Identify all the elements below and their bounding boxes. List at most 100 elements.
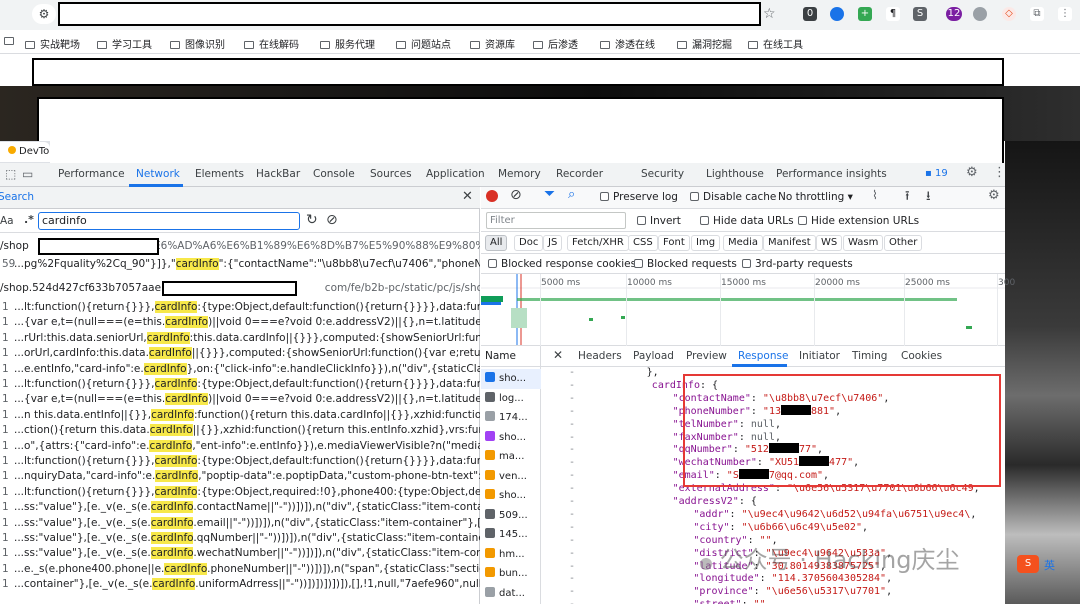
- search-result-line[interactable]: 1 ...ction(){return this.data.cardInfo||{…: [0, 423, 480, 438]
- search-result-line[interactable]: 1 ...o",{attrs:{"card-info":e.cardInfo,"e…: [0, 439, 480, 454]
- throttling-select[interactable]: No throttling ▾: [778, 191, 853, 203]
- tab-elements[interactable]: Elements: [195, 168, 244, 180]
- bookmark-item[interactable]: 图像识别: [170, 36, 225, 51]
- issues-counter[interactable]: ▪ 19: [925, 168, 948, 179]
- search-result-line[interactable]: 1 ...n this.data.entInfo||{}},cardInfo:fu…: [0, 408, 480, 423]
- hide-extension-urls-checkbox[interactable]: Hide extension URLs: [798, 215, 919, 227]
- bookmark-item[interactable]: 实战靶场: [25, 36, 80, 51]
- request-row[interactable]: hm...: [485, 545, 541, 565]
- search-result-line[interactable]: 1 ...ss:"value"},[e._v(e._s(e.cardInfo.we…: [0, 546, 480, 561]
- filter-type-wasm[interactable]: Wasm: [843, 235, 884, 251]
- more-options-icon[interactable]: ⋮: [993, 165, 1006, 180]
- import-har-icon[interactable]: ⭱: [905, 187, 910, 209]
- search-result-line[interactable]: 1 ...lt:function(){return{}}},cardInfo:{t…: [0, 300, 480, 315]
- ime-language[interactable]: 英: [1044, 557, 1055, 573]
- network-settings-icon[interactable]: ⚙: [988, 188, 1000, 203]
- extension-badge-icon[interactable]: 12: [946, 7, 962, 21]
- clear-log-icon[interactable]: ⊘: [510, 187, 522, 203]
- filter-icon[interactable]: ⏷: [544, 186, 555, 202]
- request-row[interactable]: sho...: [485, 486, 541, 506]
- extension-pilcrow-icon[interactable]: ¶: [886, 7, 900, 21]
- detail-tab-payload[interactable]: Payload: [633, 350, 674, 362]
- request-row[interactable]: log...: [485, 389, 541, 409]
- clear-icon[interactable]: ⊘: [326, 212, 338, 228]
- tab-security[interactable]: Security: [641, 168, 684, 180]
- extension-icon[interactable]: 0: [803, 7, 817, 21]
- filter-type-doc[interactable]: Doc: [514, 235, 544, 251]
- third-party-checkbox[interactable]: 3rd-party requests: [742, 258, 853, 270]
- filter-type-js[interactable]: JS: [543, 235, 563, 251]
- search-result-line[interactable]: 1 ...lt:function(){return{}}},cardInfo:{t…: [0, 454, 480, 469]
- extension-gear-icon[interactable]: [973, 7, 987, 21]
- detail-tab-preview[interactable]: Preview: [686, 350, 727, 362]
- filter-type-ws[interactable]: WS: [816, 235, 843, 251]
- tab-performance-insights[interactable]: Performance insights: [776, 168, 887, 180]
- search-result-line[interactable]: 1 ...ss:"value"},[e._v(e._s(e.cardInfo.qq…: [0, 531, 480, 546]
- wifi-icon[interactable]: ⌇: [872, 188, 878, 202]
- filter-type-manifest[interactable]: Manifest: [763, 235, 816, 251]
- search-result-line[interactable]: 1 ...nquiryData,"card-info":e.cardInfo,"p…: [0, 469, 480, 484]
- tab-application[interactable]: Application: [426, 168, 485, 180]
- close-search-icon[interactable]: ✕: [462, 189, 473, 204]
- bookmark-item[interactable]: 服务代理: [320, 36, 375, 51]
- filter-type-fetchxhr[interactable]: Fetch/XHR: [567, 235, 629, 251]
- request-row[interactable]: sho...: [481, 369, 541, 389]
- search-icon[interactable]: ⌕: [568, 187, 575, 202]
- hide-data-urls-checkbox[interactable]: Hide data URLs: [700, 215, 794, 227]
- blocked-cookies-checkbox[interactable]: Blocked response cookies: [488, 258, 636, 270]
- search-result-line[interactable]: 1 ...orUrl,cardInfo:this.data.cardInfo||{…: [0, 346, 480, 361]
- search-result-line[interactable]: 1 ...ss:"value"},[e._v(e._s(e.cardInfo.em…: [0, 516, 480, 531]
- bookmark-item[interactable]: 在线工具: [748, 36, 803, 51]
- profile-icon[interactable]: ⋮: [1058, 7, 1072, 21]
- extensions-puzzle-icon[interactable]: ⧉: [1030, 7, 1044, 21]
- regex-toggle[interactable]: .*: [24, 213, 34, 226]
- bookmark-item[interactable]: 漏洞挖掘: [677, 36, 732, 51]
- bookmark-item[interactable]: 问题站点: [396, 36, 451, 51]
- filter-type-img[interactable]: Img: [691, 235, 721, 251]
- search-result-line[interactable]: 1 ...lt:function(){return{}}},cardInfo:{t…: [0, 377, 480, 392]
- filter-type-other[interactable]: Other: [884, 235, 923, 251]
- bookmark-item[interactable]: 渗透在线: [600, 36, 655, 51]
- tab-memory[interactable]: Memory: [498, 168, 541, 180]
- filter-type-css[interactable]: CSS: [628, 235, 658, 251]
- filter-type-font[interactable]: Font: [658, 235, 690, 251]
- detail-tab-initiator[interactable]: Initiator: [799, 350, 840, 362]
- bookmark-item[interactable]: 后渗透: [533, 36, 578, 51]
- record-icon[interactable]: [486, 190, 498, 202]
- tab-performance[interactable]: Performance: [58, 168, 125, 180]
- close-detail-icon[interactable]: ✕: [553, 348, 563, 362]
- search-result-line[interactable]: 1 ...ss:"value"},[e._v(e._s(e.cardInfo.co…: [0, 500, 480, 515]
- blocked-requests-checkbox[interactable]: Blocked requests: [634, 258, 737, 270]
- preserve-log-checkbox[interactable]: Preserve log: [600, 191, 678, 203]
- search-result-line[interactable]: 1 ...{var e,t=(null===(e=this.cardInfo)||…: [0, 315, 480, 330]
- request-row[interactable]: sho...: [485, 428, 541, 448]
- search-tab-label[interactable]: Search: [0, 191, 34, 203]
- tab-console[interactable]: Console: [313, 168, 355, 180]
- detail-tab-response[interactable]: Response: [738, 350, 788, 362]
- extension-plus-icon[interactable]: +: [858, 7, 872, 21]
- match-case-toggle[interactable]: Aa: [0, 215, 14, 227]
- request-row[interactable]: dat...: [485, 584, 541, 604]
- search-result-line[interactable]: 1 ...e.entInfo,"card-info":e.cardInfo},on…: [0, 362, 480, 377]
- detail-tab-headers[interactable]: Headers: [578, 350, 622, 362]
- request-row[interactable]: ven...: [485, 467, 541, 487]
- filter-input[interactable]: Filter: [486, 212, 626, 229]
- tab-network[interactable]: Network: [136, 168, 180, 180]
- name-column-header[interactable]: Name: [481, 346, 541, 367]
- address-bar[interactable]: [58, 2, 761, 26]
- extension-s-icon[interactable]: S: [913, 7, 927, 21]
- export-har-icon[interactable]: ⭳: [926, 187, 931, 209]
- request-row[interactable]: 509...: [485, 506, 541, 526]
- detail-tab-cookies[interactable]: Cookies: [901, 350, 942, 362]
- extension-globe-icon[interactable]: [830, 7, 844, 21]
- search-query-input[interactable]: cardinfo: [38, 212, 300, 230]
- search-result-line[interactable]: 1 ...{var e,t=(null===(e=this.cardInfo)||…: [0, 392, 480, 407]
- bookmark-folder-icon[interactable]: [4, 36, 19, 47]
- site-info-icon[interactable]: ⚙: [32, 4, 56, 24]
- refresh-icon[interactable]: ↻: [306, 212, 318, 228]
- tab-recorder[interactable]: Recorder: [556, 168, 603, 180]
- tab-hackbar[interactable]: HackBar: [256, 168, 300, 180]
- request-row[interactable]: 145...: [485, 525, 541, 545]
- filter-type-all[interactable]: All: [485, 235, 508, 251]
- ime-logo-icon[interactable]: S: [1017, 555, 1039, 573]
